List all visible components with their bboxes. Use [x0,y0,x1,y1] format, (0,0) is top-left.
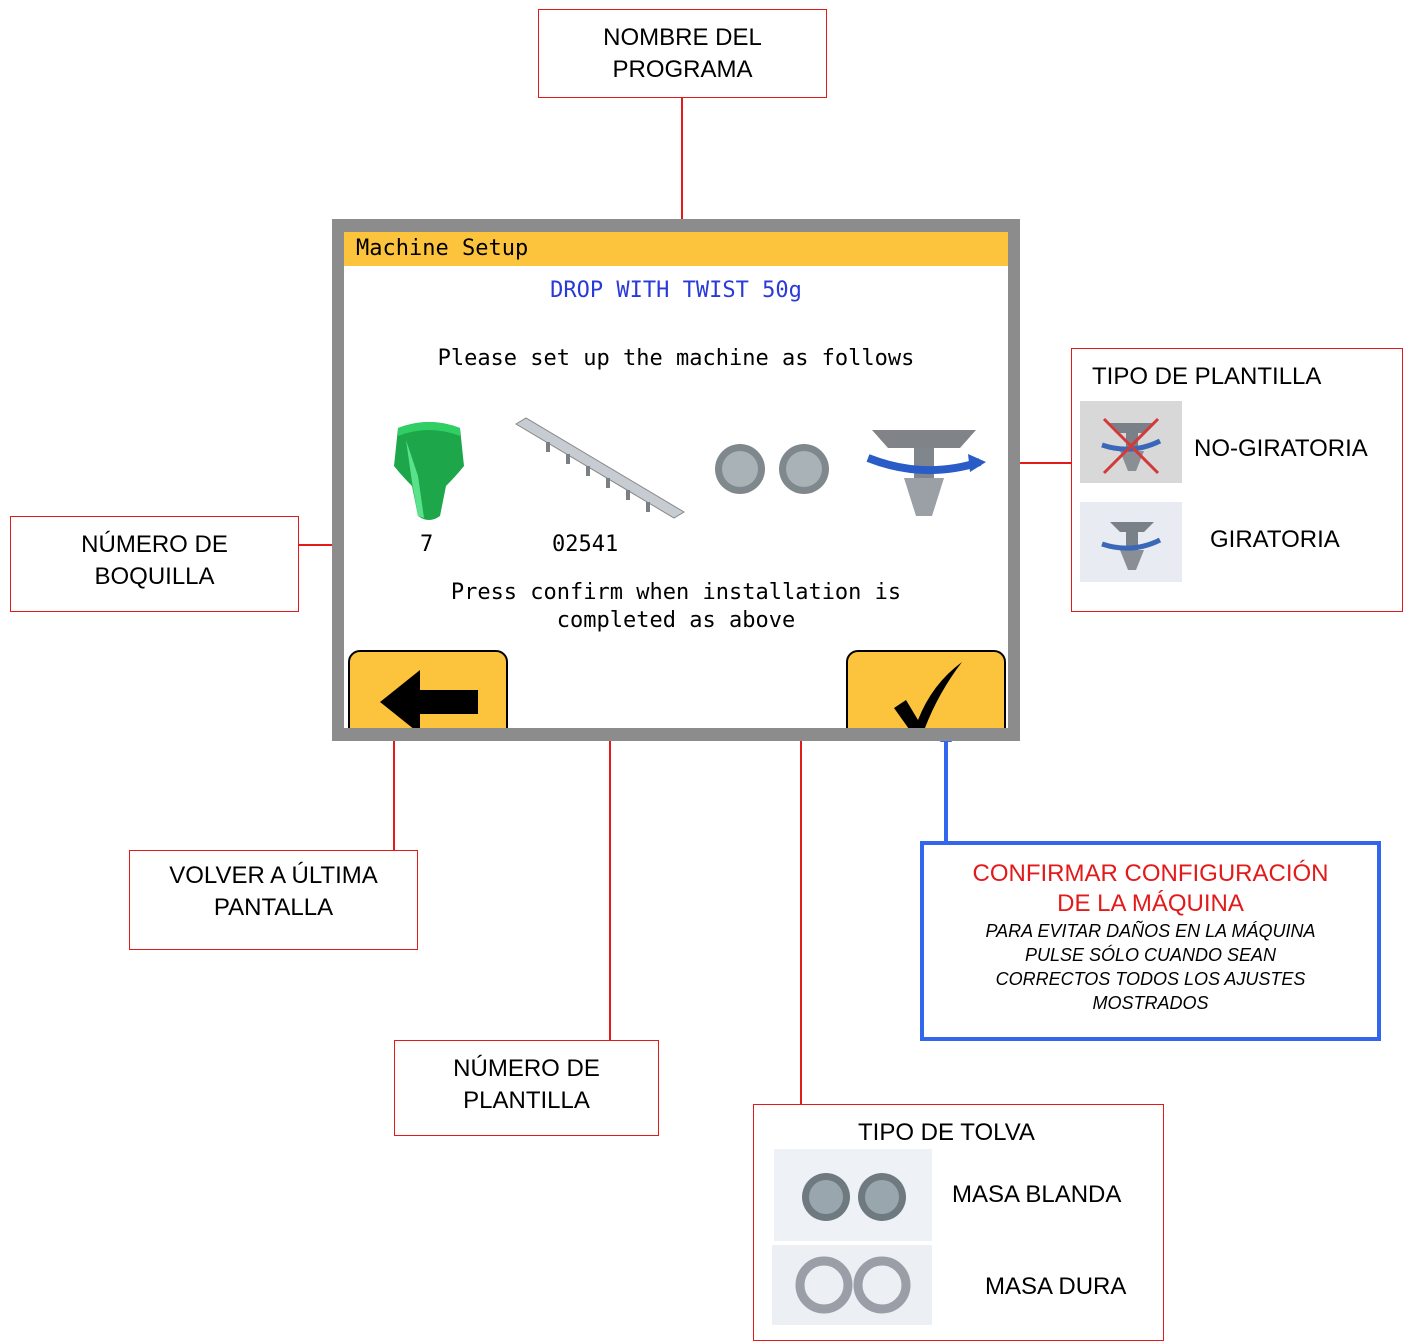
callout-back: VOLVER A ÚLTIMA PANTALLA [129,850,418,950]
non-rotating-template-icon [1080,401,1182,483]
callout-confirm-note2: PULSE SÓLO CUANDO SEAN [1024,945,1277,965]
callout-program-name: NOMBRE DEL PROGRAMA [538,9,827,98]
callout-nozzle-number: NÚMERO DE BOQUILLA [10,516,299,612]
setup-instruction: Please set up the machine as follows [437,346,915,371]
callout-template-type: TIPO DE PLANTILLA NO-GIRATORIA GIRATORIA [1071,348,1403,612]
callout-template-type-title: TIPO DE PLANTILLA [1092,363,1322,390]
callout-template-number: NÚMERO DE PLANTILLA [394,1040,659,1136]
callout-hopper-type-title: TIPO DE TOLVA [858,1119,1035,1146]
callout-nozzle-number-line1: NÚMERO DE [81,531,228,558]
screen-content: Machine Setup DROP WITH TWIST 50g Please… [344,232,1008,728]
callout-confirm-note4: MOSTRADOS [1092,993,1209,1013]
callout-confirm-note3: CORRECTOS TODOS LOS AJUSTES [995,969,1306,989]
callout-confirm-title2: DE LA MÁQUINA [1057,890,1244,917]
hard-mass-hopper-icon [772,1245,932,1325]
soft-mass-hopper-icon [774,1149,932,1241]
hopper-gears-icon [715,444,829,494]
machine-screen: Machine Setup DROP WITH TWIST 50g Please… [332,219,1020,741]
callout-hopper-type-option2: MASA DURA [985,1273,1127,1300]
back-button[interactable] [348,650,508,728]
confirm-instruction-line1: Press confirm when installation is [450,580,902,605]
callout-hopper-type-option1: MASA BLANDA [952,1181,1122,1208]
window-title-bar: Machine Setup [344,232,1008,266]
callout-template-type-option1: NO-GIRATORIA [1194,435,1368,462]
callout-confirm: CONFIRMAR CONFIGURACIÓN DE LA MÁQUINA PA… [920,841,1381,1041]
callout-confirm-note1: PARA EVITAR DAÑOS EN LA MÁQUINA [985,921,1316,941]
confirm-button[interactable] [846,650,1006,728]
checkmark-icon [894,662,962,728]
template-icon [515,417,685,519]
callout-template-number-line2: PLANTILLA [463,1087,590,1114]
callout-back-line2: PANTALLA [213,894,334,921]
callout-nozzle-number-line2: BOQUILLA [94,563,215,590]
callout-back-line1: VOLVER A ÚLTIMA [169,862,378,889]
program-name: DROP WITH TWIST 50g [550,278,802,303]
callout-confirm-title1: CONFIRMAR CONFIGURACIÓN [972,860,1329,887]
callout-template-type-option2: GIRATORIA [1210,526,1340,553]
callout-program-name-line2: PROGRAMA [612,56,753,83]
nozzle-icon [394,422,464,520]
callout-program-name-line1: NOMBRE DEL [603,24,762,51]
callout-hopper-type: TIPO DE TOLVA MASA BLANDA MASA DURA [753,1104,1164,1341]
arrow-left-icon [380,670,478,728]
template-number: 02541 [552,532,619,557]
nozzle-number: 7 [420,532,434,557]
window-title: Machine Setup [356,236,529,261]
rotating-template-icon [1080,502,1182,582]
twist-template-icon [866,430,986,516]
confirm-instruction-line2: completed as above [556,608,796,633]
callout-template-number-line1: NÚMERO DE [453,1055,600,1082]
